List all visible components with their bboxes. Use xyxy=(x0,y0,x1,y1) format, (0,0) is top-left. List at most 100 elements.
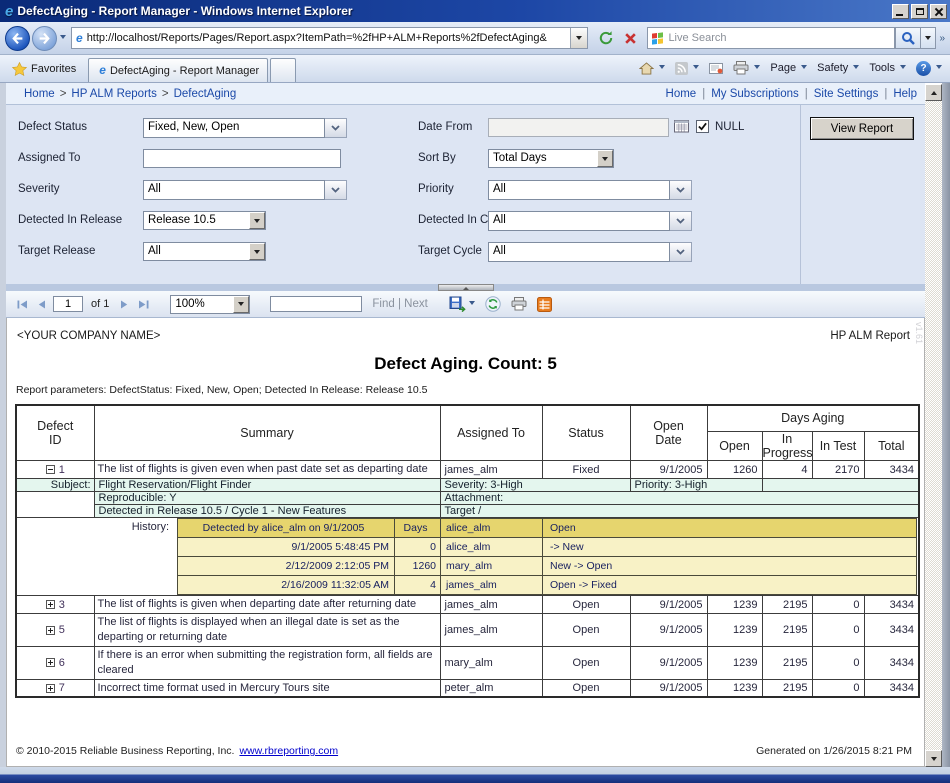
vertical-scrollbar[interactable] xyxy=(925,84,942,767)
defect-status-dropdown[interactable]: Fixed, New, Open xyxy=(143,118,347,138)
defect-open-date: 9/1/2005 xyxy=(630,614,707,647)
tab-defectaging[interactable]: e DefectAging - Report Manager xyxy=(88,58,268,82)
detected-in-release-select[interactable]: Release 10.5 xyxy=(143,211,266,230)
url-text[interactable]: http://localhost/Reports/Pages/Report.as… xyxy=(87,32,571,44)
priority-label: Priority xyxy=(418,183,454,195)
next-page-button[interactable] xyxy=(117,293,131,315)
last-page-button[interactable] xyxy=(135,293,152,315)
previous-page-button[interactable] xyxy=(35,293,49,315)
site-link[interactable]: My Subscriptions xyxy=(711,88,799,100)
page-menu[interactable]: Page xyxy=(766,57,811,79)
defect-open-date: 9/1/2005 xyxy=(630,646,707,679)
help-menu[interactable]: ? xyxy=(912,57,946,79)
assigned-to-input[interactable] xyxy=(143,149,341,168)
dropdown-arrow-icon[interactable] xyxy=(249,243,265,260)
read-mail-button[interactable] xyxy=(705,57,727,79)
page-number-input[interactable] xyxy=(53,296,83,312)
tools-menu[interactable]: Tools xyxy=(865,57,910,79)
check-icon xyxy=(698,122,707,131)
dropdown-arrow-icon[interactable] xyxy=(597,150,613,167)
days-in-test: 0 xyxy=(812,614,864,647)
home-button[interactable] xyxy=(635,57,669,79)
detected-in-release-value: Release 10.5 xyxy=(144,212,249,229)
null-checkbox[interactable] xyxy=(696,120,709,133)
find-input[interactable] xyxy=(270,296,362,312)
refresh-report-button[interactable] xyxy=(482,293,504,315)
refresh-button[interactable] xyxy=(594,27,617,49)
expand-icon[interactable] xyxy=(46,626,55,635)
dropdown-arrow-icon[interactable] xyxy=(249,212,265,229)
close-button[interactable] xyxy=(930,4,947,19)
zoom-select[interactable]: 100% xyxy=(170,295,250,314)
sort-by-select[interactable]: Total Days xyxy=(488,149,614,168)
history-dropdown-icon[interactable] xyxy=(60,35,66,42)
table-row-expanded: 1 The list of flights is given even when… xyxy=(16,461,919,479)
breadcrumb-link[interactable]: Home xyxy=(24,88,55,100)
site-link[interactable]: Site Settings xyxy=(814,88,879,100)
expand-icon[interactable] xyxy=(46,658,55,667)
target-release-select[interactable]: All xyxy=(143,242,266,261)
calendar-icon[interactable] xyxy=(674,119,689,138)
collapse-icon[interactable] xyxy=(46,465,55,474)
star-icon xyxy=(12,62,27,76)
forward-button[interactable] xyxy=(32,26,57,51)
scroll-up-button[interactable] xyxy=(925,84,942,101)
print-button[interactable] xyxy=(729,57,764,79)
date-from-input[interactable] xyxy=(488,118,669,137)
site-link[interactable]: Help xyxy=(893,88,917,100)
printer-icon xyxy=(733,61,749,75)
next-link[interactable]: Next xyxy=(404,298,428,310)
chevron-down-icon[interactable] xyxy=(325,180,347,200)
stop-button[interactable] xyxy=(619,27,642,49)
search-box[interactable]: Live Search xyxy=(647,27,895,49)
defect-status-value: Fixed, New, Open xyxy=(143,118,325,138)
feeds-button[interactable] xyxy=(671,57,703,79)
maximize-button[interactable] xyxy=(911,4,928,19)
collapse-parameters-button[interactable] xyxy=(438,284,494,291)
chevron-down-icon xyxy=(469,301,475,308)
defect-status: Open xyxy=(542,596,630,614)
col-header-open-date: Open Date xyxy=(630,405,707,461)
favorites-button[interactable]: Favorites xyxy=(4,58,84,80)
print-report-button[interactable] xyxy=(508,293,530,315)
view-report-button[interactable]: View Report xyxy=(810,117,914,140)
priority-dropdown[interactable]: All xyxy=(488,180,692,200)
defect-summary: Incorrect time format used in Mercury To… xyxy=(94,679,440,697)
detected-in-cycle-dropdown[interactable]: All xyxy=(488,211,692,231)
breadcrumb-link[interactable]: HP ALM Reports xyxy=(71,88,156,100)
expand-icon[interactable] xyxy=(46,600,55,609)
overflow-chevron-icon[interactable]: » xyxy=(939,33,945,44)
data-feed-button[interactable] xyxy=(534,293,555,315)
site-link[interactable]: Home xyxy=(666,88,697,100)
chevron-down-icon[interactable] xyxy=(670,242,692,262)
defect-assigned-to: james_alm xyxy=(440,614,542,647)
address-dropdown-button[interactable] xyxy=(570,28,587,48)
expand-icon[interactable] xyxy=(46,684,55,693)
minimize-button[interactable] xyxy=(892,4,909,19)
chevron-down-icon[interactable] xyxy=(325,118,347,138)
defect-open-date: 9/1/2005 xyxy=(630,679,707,697)
search-button[interactable] xyxy=(895,27,921,49)
dropdown-arrow-icon[interactable] xyxy=(233,296,249,313)
safety-menu[interactable]: Safety xyxy=(813,57,863,79)
chevron-down-icon[interactable] xyxy=(670,211,692,231)
chevron-down-icon[interactable] xyxy=(670,180,692,200)
export-button[interactable] xyxy=(446,293,478,315)
scroll-down-button[interactable] xyxy=(925,750,942,767)
breadcrumb-link[interactable]: DefectAging xyxy=(174,88,237,100)
target-cycle-dropdown[interactable]: All xyxy=(488,242,692,262)
first-page-button[interactable] xyxy=(14,293,31,315)
history-days-header: Days xyxy=(395,519,441,538)
back-button[interactable] xyxy=(5,26,30,51)
new-tab-stub[interactable] xyxy=(270,58,296,82)
window-frame-bottom xyxy=(0,767,950,783)
severity-dropdown[interactable]: All xyxy=(143,180,347,200)
address-field[interactable]: e http://localhost/Reports/Pages/Report.… xyxy=(71,27,588,49)
footer-link[interactable]: www.rbreporting.com xyxy=(239,745,338,757)
find-link[interactable]: Find xyxy=(372,298,394,310)
scrollbar-track[interactable] xyxy=(925,101,942,750)
last-page-icon xyxy=(138,300,149,309)
search-options-button[interactable] xyxy=(921,27,936,49)
history-transition: Open -> Fixed xyxy=(543,576,917,595)
detail-empty xyxy=(16,492,94,518)
